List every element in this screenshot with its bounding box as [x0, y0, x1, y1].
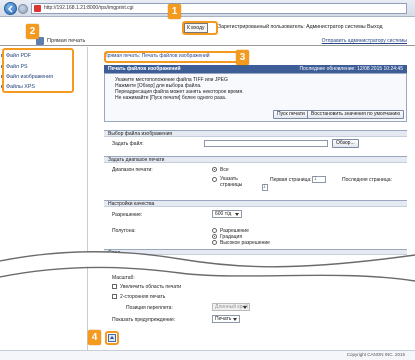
back-arrow-icon — [8, 5, 13, 13]
binding-select[interactable]: Длинный край — [212, 303, 250, 311]
back-button[interactable] — [4, 2, 17, 15]
callout-badge-1: 1 — [168, 4, 181, 19]
file-label: Задать файл: — [112, 141, 144, 147]
warning-select[interactable]: Печать — [212, 315, 240, 323]
page-tear-graphic — [0, 251, 415, 282]
duplex-label: 2-сторонняя печать — [120, 294, 166, 300]
callout-3-highlight — [104, 51, 242, 63]
file-path-field[interactable] — [204, 140, 328, 147]
last-page-label: Последняя страница: — [342, 177, 392, 183]
browser-toolbar: http://192.168.1.21:8000/rps/imgprint.cg… — [0, 0, 415, 17]
callout-badge-2: 2 — [26, 24, 39, 39]
first-page-label: Первая страница: — [270, 177, 312, 183]
resolution-label: Разрешение: — [112, 212, 143, 218]
info-line: Не нажимайте [Пуск печати] более одного … — [115, 95, 227, 101]
callout-badge-3: 3 — [236, 50, 249, 65]
halftone-high-res-radio[interactable] — [212, 240, 217, 245]
section-title-text: Печать файлов изображений — [108, 66, 181, 72]
resolution-select[interactable]: 600 т/д — [212, 210, 242, 218]
halftone-option: Высокое разрешение — [220, 240, 270, 246]
main-content: Прямая печать: Печать файлов изображений… — [104, 50, 411, 360]
binding-label: Позиция переплета: — [126, 305, 173, 311]
callout-4-highlight — [105, 331, 119, 345]
address-text: http://192.168.1.21:8000/rps/imgprint.cg… — [44, 5, 134, 11]
sidebar: Файл PDF Файл PS Файл изображения Файлы … — [0, 47, 88, 360]
page-header: Прямая печать Отправить администратору с… — [0, 36, 415, 46]
callout-badge-4: 4 — [88, 330, 101, 345]
callout-2-highlight — [2, 48, 74, 93]
file-select-header: Выбор файла изображения — [104, 130, 407, 137]
duplex-checkbox[interactable] — [112, 294, 117, 299]
page-range-label: Диапазон печати: — [112, 167, 153, 173]
admin-message-link[interactable]: Отправить администратору системы — [322, 38, 407, 44]
quality-header: Настройки качества — [104, 200, 407, 207]
footer: Copyright CANON INC. 2015 — [0, 350, 415, 360]
first-page-field[interactable]: 1 — [312, 176, 326, 183]
site-favicon-icon — [34, 5, 41, 12]
range-all-label: Все — [220, 167, 229, 173]
page-title: Прямая печать — [47, 38, 86, 44]
forward-button[interactable] — [18, 4, 28, 14]
warning-label: Показать предупреждение: — [112, 317, 176, 323]
last-page-field[interactable]: 1 — [262, 184, 268, 191]
info-panel: Укажите местоположение файла TIFF или JP… — [104, 73, 407, 122]
range-specify-label: Указать страницы — [220, 176, 243, 188]
halftone-resolution-radio[interactable] — [212, 228, 217, 233]
callout-1-highlight — [182, 21, 218, 35]
halftone-gradation-radio[interactable] — [212, 234, 217, 239]
copyright-text: Copyright CANON INC. 2015 — [346, 352, 405, 357]
halftones-label: Полутона: — [112, 228, 136, 234]
last-update-text: Последнее обновление: 12/08 2015 10:24:4… — [299, 66, 403, 72]
start-print-button[interactable]: Пуск печати — [273, 110, 309, 119]
range-all-radio[interactable] — [212, 167, 217, 172]
browse-button[interactable]: Обзор... — [332, 139, 359, 148]
restore-defaults-button[interactable]: Восстановить значения по умолчанию — [307, 110, 405, 119]
page-range-header: Задать диапазон печати — [104, 156, 407, 163]
section-title: Печать файлов изображений Последнее обно… — [104, 65, 407, 73]
user-status-text: Зарегистрированный пользователь: Админис… — [218, 24, 383, 30]
range-specify-radio[interactable] — [212, 177, 217, 182]
address-bar[interactable]: http://192.168.1.21:8000/rps/imgprint.cg… — [31, 3, 407, 14]
